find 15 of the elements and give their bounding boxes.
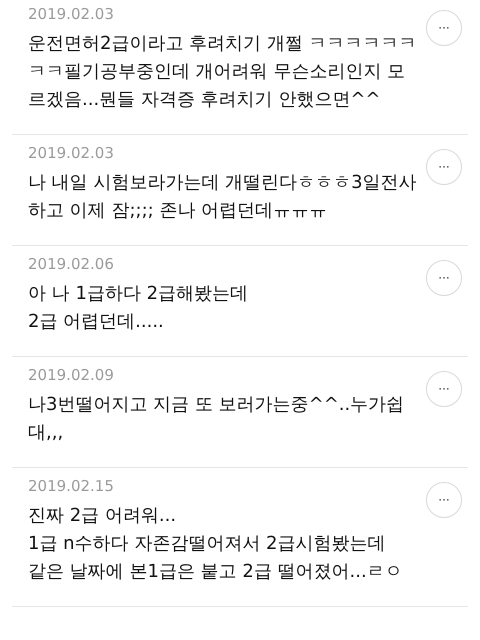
more-button[interactable]: ··· [426, 149, 462, 185]
comment-date: 2019.02.09 [28, 365, 115, 386]
more-button[interactable]: ··· [426, 260, 462, 296]
more-button[interactable]: ··· [426, 371, 462, 407]
comment-date: 2019.02.03 [28, 4, 115, 25]
comment-date: 2019.02.15 [28, 476, 115, 497]
comment-text: 나 내일 시험보라가는데 개떨린다ㅎㅎㅎ3일전사하고 이제 잠;;;; 존나 어렵던데ㅠㅠㅠ [28, 171, 418, 223]
comment-text: 운전면허2급이라고 후려치기 개쩔 ㅋㅋㅋㅋㅋㅋㅋㅋ필기공부중인데 개어려워 무슨소리인지 모르겠음...뭔들 자격증 후려치기 안했으면^^ [28, 32, 418, 112]
comment-text: 아 나 1급하다 2급해봤는데 2급 어렵던데..... [28, 282, 250, 334]
more-button[interactable]: ··· [426, 10, 462, 46]
comment-text: 나3번떨어지고 지금 또 보러가는중^^..누가쉽대,,, [28, 393, 406, 445]
comment-text: 진짜 2급 어려워... 1급 n수하다 자존감떨어져서 2급시험봤는데 같은 날짜에 본1급은 붙고 2급 떨어졌어...ㄹㅇ [28, 504, 404, 584]
comment-date: 2019.02.06 [28, 254, 115, 275]
more-button[interactable]: ··· [426, 482, 462, 518]
comment-date: 2019.02.03 [28, 143, 115, 164]
